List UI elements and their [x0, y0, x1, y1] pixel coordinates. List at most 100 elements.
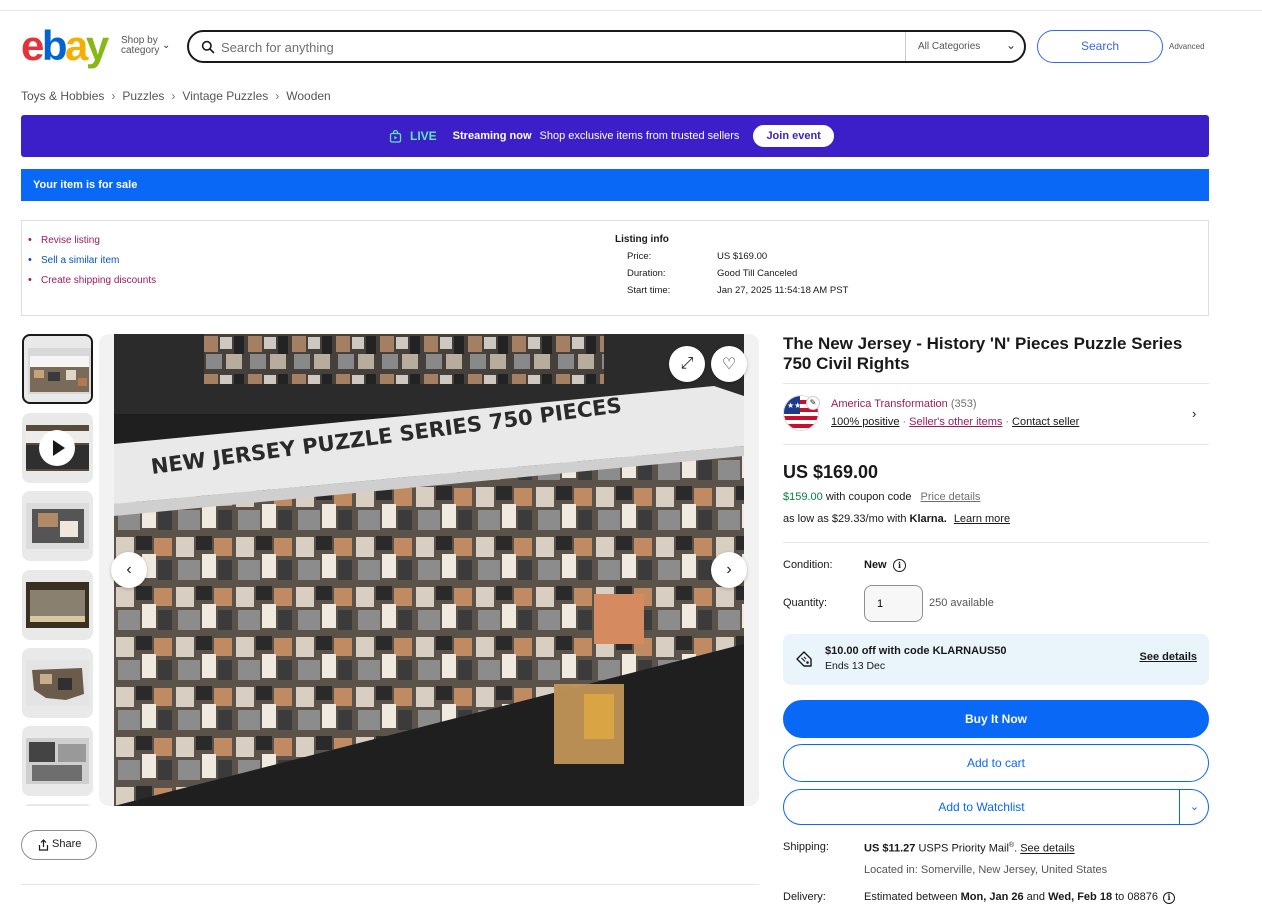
add-to-watchlist-button[interactable]: Add to Watchlist [784, 790, 1179, 824]
thumbnail-image[interactable] [22, 726, 93, 796]
share-label: Share [52, 838, 82, 850]
promo-ends: Ends 13 Dec [825, 660, 886, 672]
promo-banner: $10.00 off with code KLARNAUS50 Ends 13 … [783, 634, 1209, 685]
seller-links: 100% positive · Seller's other items · Conta… [831, 416, 1080, 428]
live-event-banner: LIVE Streaming now Shop exclusive items … [21, 115, 1209, 157]
price-details-link[interactable]: Price details [921, 491, 981, 503]
delivery-value: Estimated between Mon, Jan 26 and Wed, F… [864, 891, 1176, 904]
video-thumbnail[interactable] [22, 413, 93, 483]
puzzle-photo: NEW JERSEY PUZZLE SERIES 750 PIECES [114, 334, 744, 806]
delivery-label: Delivery: [783, 891, 826, 903]
breadcrumb-item[interactable]: Vintage Puzzles [182, 89, 268, 103]
chevron-right-icon[interactable]: › [711, 552, 747, 588]
divider [21, 884, 759, 885]
breadcrumb-item[interactable]: Wooden [286, 89, 330, 103]
pencil-icon[interactable]: ✎ [806, 396, 820, 410]
thumbnail-image[interactable] [22, 491, 93, 561]
seller-feedback-count: (353) [950, 398, 977, 410]
streaming-now-label: Streaming now [452, 130, 532, 142]
quantity-available: 250 available [929, 597, 994, 609]
item-for-sale-banner: Your item is for sale [21, 169, 1209, 201]
search-bar: All Categories ⌄ [187, 30, 1026, 63]
chevron-right-icon[interactable]: › [1192, 406, 1196, 421]
coupon-price-line: $159.00 with coupon code Price details [783, 491, 980, 503]
breadcrumb-separator: › [111, 89, 116, 103]
shipping-see-details-link[interactable]: See details [1020, 843, 1074, 855]
search-button[interactable]: Search [1037, 30, 1163, 63]
thumbnail-image[interactable] [22, 570, 93, 640]
shop-by-category-button[interactable]: Shop by category [121, 36, 159, 56]
main-product-image[interactable]: NEW JERSEY PUZZLE SERIES 750 PIECES ⤢ ♡ … [99, 334, 759, 806]
seller-name[interactable]: America Transformation [831, 398, 948, 410]
chevron-down-icon: ⌄ [1005, 38, 1016, 52]
thumbnail-image[interactable] [22, 648, 93, 718]
svg-text:★★: ★★ [787, 401, 801, 410]
breadcrumb-item[interactable]: Toys & Hobbies [21, 89, 104, 103]
coupon-price: $159.00 [783, 491, 823, 503]
thumbnail-image[interactable] [22, 804, 93, 806]
add-to-cart-button[interactable]: Add to cart [783, 744, 1209, 782]
play-icon[interactable] [39, 430, 75, 466]
seller-tools-panel: • Revise listing • Sell a similar item • Cr… [21, 220, 1209, 316]
seller-info: America Transformation (353) [831, 398, 977, 410]
klarna-logo: Klarna. [909, 513, 947, 525]
share-button[interactable]: Share [21, 830, 97, 860]
klarna-text: as low as $29.33/mo with [783, 513, 907, 525]
advanced-search-link[interactable]: Advanced [1169, 42, 1205, 51]
shop-by-line2: category [121, 45, 160, 56]
info-icon[interactable]: i [1163, 892, 1176, 904]
promo-see-details-link[interactable]: See details [1140, 651, 1197, 663]
join-event-button[interactable]: Join event [753, 125, 834, 147]
category-select[interactable]: All Categories ⌄ [905, 32, 1026, 61]
chevron-down-icon[interactable]: ⌄ [162, 40, 170, 51]
positive-feedback-link[interactable]: 100% positive [831, 416, 900, 428]
info-icon[interactable]: i [893, 559, 906, 572]
registered-mark: ® [1008, 842, 1015, 849]
sell-similar-link[interactable]: • Sell a similar item [28, 255, 156, 275]
share-icon [38, 839, 49, 851]
watchlist-control: Add to Watchlist ⌄ [783, 789, 1209, 825]
live-tag: LIVE [410, 129, 437, 143]
contact-seller-link[interactable]: Contact seller [1012, 416, 1079, 428]
live-banner-text: Shop exclusive items from trusted seller… [539, 130, 740, 142]
listing-info-title: Listing info [615, 234, 669, 245]
breadcrumb: Toys & Hobbies › Puzzles › Vintage Puzzles… [21, 89, 331, 103]
klarna-line: as low as $29.33/mo with Klarna. Learn mor… [783, 513, 1010, 525]
shipping-value: US $11.27 USPS Priority Mail®. See detai… [864, 842, 1075, 855]
thumbnail-image[interactable] [22, 334, 93, 404]
coupon-text: with coupon code [825, 491, 912, 503]
category-select-label: All Categories [918, 41, 981, 52]
shipping-label: Shipping: [783, 841, 829, 853]
breadcrumb-separator: › [171, 89, 176, 103]
thumbnail-strip[interactable] [21, 334, 94, 806]
seller-other-items-link[interactable]: Seller's other items [909, 416, 1002, 428]
divider [783, 444, 1209, 445]
shipping-discounts-link[interactable]: • Create shipping discounts [28, 275, 156, 295]
live-bag-icon [389, 129, 402, 143]
listing-info-price-row: Price: US $169.00 [627, 251, 768, 262]
quantity-label: Quantity: [783, 597, 828, 609]
listing-info-duration-row: Duration: Good Till Canceled [627, 268, 798, 279]
breadcrumb-separator: › [275, 89, 280, 103]
shipping-price: US $11.27 [864, 842, 916, 855]
search-input[interactable] [221, 37, 881, 57]
divider [783, 383, 1209, 384]
revise-listing-link[interactable]: • Revise listing [28, 235, 156, 255]
ebay-logo[interactable]: ebay [21, 24, 109, 68]
breadcrumb-item[interactable]: Puzzles [122, 89, 164, 103]
browser-top-strip [0, 0, 1262, 11]
chevron-left-icon[interactable]: ‹ [111, 552, 147, 588]
search-icon [201, 40, 215, 54]
buy-it-now-button[interactable]: Buy It Now [783, 700, 1209, 738]
tag-icon [796, 651, 812, 667]
divider [783, 542, 1209, 543]
learn-more-link[interactable]: Learn more [954, 513, 1010, 525]
item-location: Located in: Somerville, New Jersey, Unit… [864, 864, 1108, 876]
listing-info-start-row: Start time: Jan 27, 2025 11:54:18 AM PST [627, 285, 849, 296]
listing-info: Listing info Price: US $169.00 Duration: G… [615, 234, 848, 302]
heart-icon[interactable]: ♡ [711, 346, 747, 382]
chevron-down-icon[interactable]: ⌄ [1180, 790, 1209, 824]
expand-icon[interactable]: ⤢ [669, 346, 705, 382]
condition-label: Condition: [783, 559, 833, 571]
quantity-input[interactable] [864, 585, 923, 622]
